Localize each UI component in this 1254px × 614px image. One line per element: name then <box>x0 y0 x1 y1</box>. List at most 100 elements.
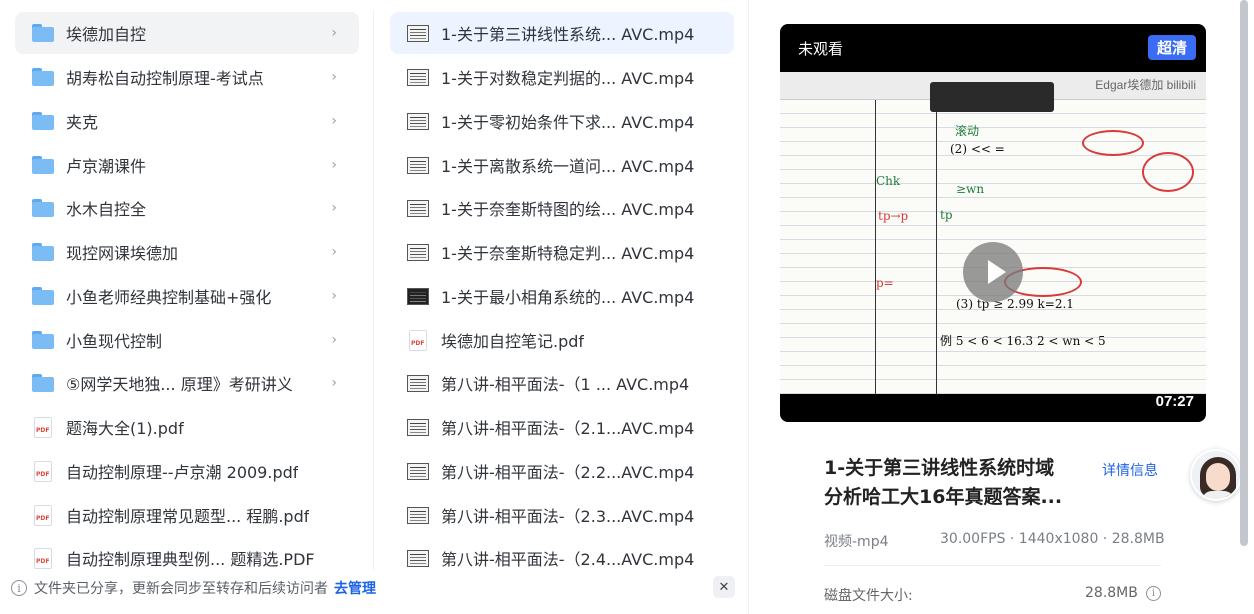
file-list: 1-关于第三讲线性系统... AVC.mp4 1-关于对数稳定判据的... AV… <box>375 0 747 614</box>
folder-icon <box>32 24 54 42</box>
file-row[interactable]: 第八讲-相平面法-（2.2...AVC.mp4 <box>390 450 734 492</box>
folder-name: 现控网课埃德加 <box>66 244 179 263</box>
chevron-right-icon: › <box>331 200 337 216</box>
folder-list: 埃德加自控 › 胡寿松自动控制原理-考试点 › 夹克 › 卢京潮课件 › 水木自… <box>0 0 372 614</box>
chevron-right-icon: › <box>331 157 337 173</box>
assistant-avatar[interactable] <box>1190 449 1242 501</box>
file-name: 题海大全(1).pdf <box>66 419 184 438</box>
folder-name: 胡寿松自动控制原理-考试点 <box>66 69 264 88</box>
file-name: 自动控制原理--卢京潮 2009.pdf <box>66 463 299 482</box>
scrollbar[interactable] <box>1240 0 1248 546</box>
video-duration: 07:27 <box>1155 393 1194 410</box>
folder-row[interactable]: 小鱼老师经典控制基础+强化 › <box>15 275 359 317</box>
info-icon: i <box>11 580 27 596</box>
video-thumbnail-icon <box>407 68 429 86</box>
file-name: 自动控制原理常见题型... 程鹏.pdf <box>66 507 310 526</box>
file-name: 1-关于最小相角系统的... AVC.mp4 <box>441 288 695 307</box>
file-name: 埃德加自控笔记.pdf <box>441 332 585 351</box>
folder-icon <box>32 112 54 130</box>
disk-size-label: 磁盘文件大小: <box>824 588 913 604</box>
folder-icon <box>32 243 54 261</box>
quality-button[interactable]: 超清 <box>1147 35 1196 60</box>
manage-link[interactable]: 去管理 <box>334 578 376 598</box>
details-link[interactable]: 详情信息 <box>1102 460 1158 480</box>
video-player[interactable]: 未观看 超清 Edgar埃德加 bilibili 滚动 (2) << = Chk… <box>780 24 1206 422</box>
file-name: 第八讲-相平面法-（1 ... AVC.mp4 <box>441 375 690 394</box>
chevron-right-icon: › <box>331 69 337 85</box>
pdf-file-icon: PDF <box>34 416 52 438</box>
details-divider <box>824 565 1161 566</box>
video-thumbnail-icon <box>407 24 429 42</box>
folder-row[interactable]: 小鱼现代控制 › <box>15 319 359 361</box>
video-frame: Edgar埃德加 bilibili 滚动 (2) << = Chk tp→p ≥… <box>780 72 1206 394</box>
file-row[interactable]: 第八讲-相平面法-（2.1...AVC.mp4 <box>390 406 734 448</box>
file-name: 1-关于零初始条件下求... AVC.mp4 <box>441 113 695 132</box>
folder-icon <box>32 199 54 217</box>
column-divider <box>373 10 374 570</box>
file-name: 1-关于奈奎斯特图的绘... AVC.mp4 <box>441 200 695 219</box>
folder-row[interactable]: 现控网课埃德加 › <box>15 231 359 273</box>
file-name: 1-关于离散系统一道问... AVC.mp4 <box>441 157 695 176</box>
file-name: 1-关于第三讲线性系统... AVC.mp4 <box>441 25 695 44</box>
video-thumbnail-icon <box>407 506 429 524</box>
file-row[interactable]: 1-关于对数稳定判据的... AVC.mp4 <box>390 56 734 98</box>
file-row[interactable]: 第八讲-相平面法-（2.3...AVC.mp4 <box>390 494 734 536</box>
file-row[interactable]: PDF 题海大全(1).pdf <box>15 406 359 448</box>
folder-name: 埃德加自控 <box>66 25 147 44</box>
video-thumbnail-icon <box>407 112 429 130</box>
file-row[interactable]: 1-关于零初始条件下求... AVC.mp4 <box>390 100 734 142</box>
chevron-right-icon: › <box>331 244 337 260</box>
folder-row[interactable]: 埃德加自控 › <box>15 12 359 54</box>
pdf-file-icon: PDF <box>34 504 52 526</box>
pdf-file-icon: PDF <box>34 460 52 482</box>
file-row[interactable]: 1-关于最小相角系统的... AVC.mp4 <box>390 275 734 317</box>
video-watermark: Edgar埃德加 bilibili <box>1095 78 1196 92</box>
video-thumbnail-icon <box>407 549 429 567</box>
folder-name: 夹克 <box>66 113 99 132</box>
folder-name: 小鱼现代控制 <box>66 332 163 351</box>
file-row[interactable]: PDF 埃德加自控笔记.pdf <box>390 319 734 361</box>
info-icon[interactable]: i <box>1146 586 1161 601</box>
file-row[interactable]: 1-关于第三讲线性系统... AVC.mp4 <box>390 12 734 54</box>
chevron-right-icon: › <box>331 288 337 304</box>
file-name: 第八讲-相平面法-（2.3...AVC.mp4 <box>441 507 695 526</box>
video-thumbnail-icon <box>407 199 429 217</box>
file-row[interactable]: PDF 自动控制原理--卢京潮 2009.pdf <box>15 450 359 492</box>
preview-divider <box>748 0 749 614</box>
folder-row[interactable]: ⑤网学天地独... 原理》考研讲义 › <box>15 362 359 404</box>
file-row[interactable]: 第八讲-相平面法-（1 ... AVC.mp4 <box>390 362 734 404</box>
video-thumbnail-icon <box>407 243 429 261</box>
folder-icon <box>32 287 54 305</box>
folder-row[interactable]: 卢京潮课件 › <box>15 144 359 186</box>
folder-row[interactable]: 水木自控全 › <box>15 187 359 229</box>
file-row[interactable]: PDF 自动控制原理常见题型... 程鹏.pdf <box>15 494 359 536</box>
file-name: 第八讲-相平面法-（2.2...AVC.mp4 <box>441 463 695 482</box>
chevron-right-icon: › <box>331 113 337 129</box>
folder-name: 水木自控全 <box>66 200 147 219</box>
folder-name: ⑤网学天地独... 原理》考研讲义 <box>66 375 293 394</box>
file-type: 视频-mp4 <box>824 534 889 550</box>
chevron-right-icon: › <box>331 332 337 348</box>
file-name: 第八讲-相平面法-（2.1...AVC.mp4 <box>441 419 695 438</box>
notice-message: 文件夹已分享，更新会同步至转存和后续访问者 <box>34 581 328 597</box>
folder-row[interactable]: 夹克 › <box>15 100 359 142</box>
video-thumbnail-icon <box>407 287 429 305</box>
folder-name: 小鱼老师经典控制基础+强化 <box>66 288 272 307</box>
video-thumbnail-icon <box>407 156 429 174</box>
video-thumbnail-icon <box>407 374 429 392</box>
folder-icon <box>32 156 54 174</box>
close-notice-button[interactable]: ✕ <box>713 576 735 598</box>
folder-icon <box>32 374 54 392</box>
file-name: 1-关于奈奎斯特稳定判... AVC.mp4 <box>441 244 695 263</box>
folder-name: 卢京潮课件 <box>66 157 147 176</box>
disk-size-value: 28.8MB <box>1085 585 1138 601</box>
unwatched-badge: 未观看 <box>792 36 850 61</box>
file-row[interactable]: 1-关于离散系统一道问... AVC.mp4 <box>390 144 734 186</box>
video-thumbnail-icon <box>407 462 429 480</box>
play-icon[interactable] <box>963 242 1023 302</box>
folder-icon <box>32 331 54 349</box>
folder-icon <box>32 68 54 86</box>
file-row[interactable]: 1-关于奈奎斯特稳定判... AVC.mp4 <box>390 231 734 273</box>
file-row[interactable]: 1-关于奈奎斯特图的绘... AVC.mp4 <box>390 187 734 229</box>
folder-row[interactable]: 胡寿松自动控制原理-考试点 › <box>15 56 359 98</box>
